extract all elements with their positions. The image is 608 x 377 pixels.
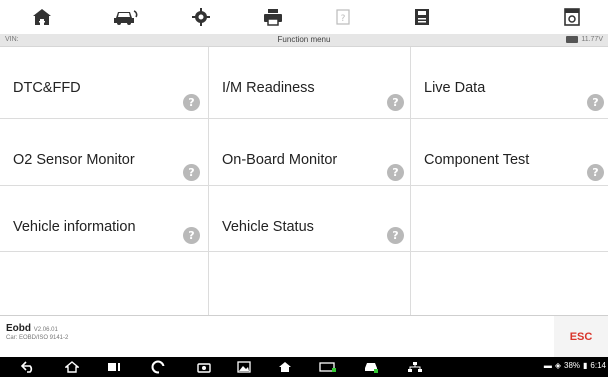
menu-item-o2-sensor-monitor[interactable]: O2 Sensor Monitor ? — [0, 119, 209, 186]
help-icon[interactable]: ? — [587, 94, 604, 111]
help-icon[interactable]: ? — [387, 94, 404, 111]
menu-item-label: Live Data — [424, 80, 486, 96]
menu-item-live-data[interactable]: Live Data ? — [411, 47, 608, 119]
svg-text:?: ? — [341, 14, 346, 24]
app-name: Eobd — [6, 323, 31, 334]
system-tray: ▬ ◈ 38% ▮ 6:14 — [544, 361, 606, 370]
footer-bar: Eobd V2.06.01 Car: EOBD/ISO 9141-2 ESC — [0, 315, 608, 358]
menu-item-label: DTC&FFD — [13, 80, 81, 96]
help-icon[interactable]: ? — [387, 227, 404, 244]
help-icon[interactable]: ? — [183, 94, 200, 111]
car-protocol: Car: EOBD/ISO 9141-2 — [6, 335, 69, 341]
menu-item-label: On-Board Monitor — [222, 152, 338, 168]
vehicle-swap-icon[interactable] — [112, 4, 138, 30]
battery-voltage: 11.77V — [566, 36, 603, 43]
menu-item-empty — [0, 252, 209, 315]
gallery-icon[interactable] — [236, 360, 252, 374]
menu-item-label: Vehicle information — [13, 219, 136, 235]
camera-icon[interactable] — [196, 360, 212, 374]
help-icon[interactable]: ? — [587, 164, 604, 181]
menu-item-vehicle-status[interactable]: Vehicle Status ? — [209, 186, 411, 252]
battery-icon: ▮ — [583, 361, 588, 370]
battery-voltage-value: 11.77V — [581, 36, 603, 43]
menu-item-on-board-monitor[interactable]: On-Board Monitor ? — [209, 119, 411, 186]
recent-apps-icon[interactable] — [106, 360, 122, 374]
menu-item-label: O2 Sensor Monitor — [13, 152, 135, 168]
function-menu-grid: DTC&FFD ? I/M Readiness ? Live Data ? O2… — [0, 47, 608, 315]
help-icon[interactable]: ? — [387, 164, 404, 181]
home-icon[interactable] — [64, 360, 80, 374]
menu-item-dtc-ffd[interactable]: DTC&FFD ? — [0, 47, 209, 119]
network-icon[interactable] — [406, 360, 424, 374]
wifi-icon: ◈ — [554, 361, 561, 370]
battery-percent: 38% — [564, 361, 581, 370]
app-home-icon[interactable] — [277, 360, 293, 374]
top-toolbar: ? — [0, 0, 608, 34]
menu-item-empty — [411, 252, 608, 315]
save-icon[interactable] — [409, 4, 435, 30]
page-title: Function menu — [277, 35, 331, 44]
system-navbar: ▬ ◈ 38% ▮ 6:14 — [0, 357, 608, 377]
settings-icon[interactable] — [188, 4, 214, 30]
chat-icon: ▬ — [543, 361, 552, 370]
app-info: Eobd V2.06.01 — [6, 323, 58, 334]
help-icon[interactable]: ? — [330, 4, 356, 30]
help-icon[interactable]: ? — [183, 164, 200, 181]
menu-item-component-test[interactable]: Component Test ? — [411, 119, 608, 186]
back-icon[interactable] — [20, 360, 36, 374]
car-icon[interactable] — [362, 360, 380, 374]
home-icon[interactable] — [29, 4, 55, 30]
menu-item-vehicle-information[interactable]: Vehicle information ? — [0, 186, 209, 252]
chrome-icon[interactable] — [150, 360, 166, 374]
menu-item-empty — [411, 186, 608, 252]
menu-item-label: Vehicle Status — [222, 219, 314, 235]
menu-item-im-readiness[interactable]: I/M Readiness ? — [209, 47, 411, 119]
help-icon[interactable]: ? — [183, 227, 200, 244]
menu-item-empty — [209, 252, 411, 315]
print-icon[interactable] — [260, 4, 286, 30]
car-battery-icon — [566, 36, 579, 43]
menu-item-label: I/M Readiness — [222, 80, 315, 96]
esc-button[interactable]: ESC — [554, 316, 608, 358]
clock: 6:14 — [590, 361, 606, 370]
screenshot-icon[interactable] — [559, 4, 585, 30]
menu-item-label: Component Test — [424, 152, 530, 168]
status-bar: VIN: Function menu 11.77V — [0, 34, 608, 47]
app-version: V2.06.01 — [33, 327, 58, 333]
vci-icon[interactable] — [318, 360, 338, 374]
